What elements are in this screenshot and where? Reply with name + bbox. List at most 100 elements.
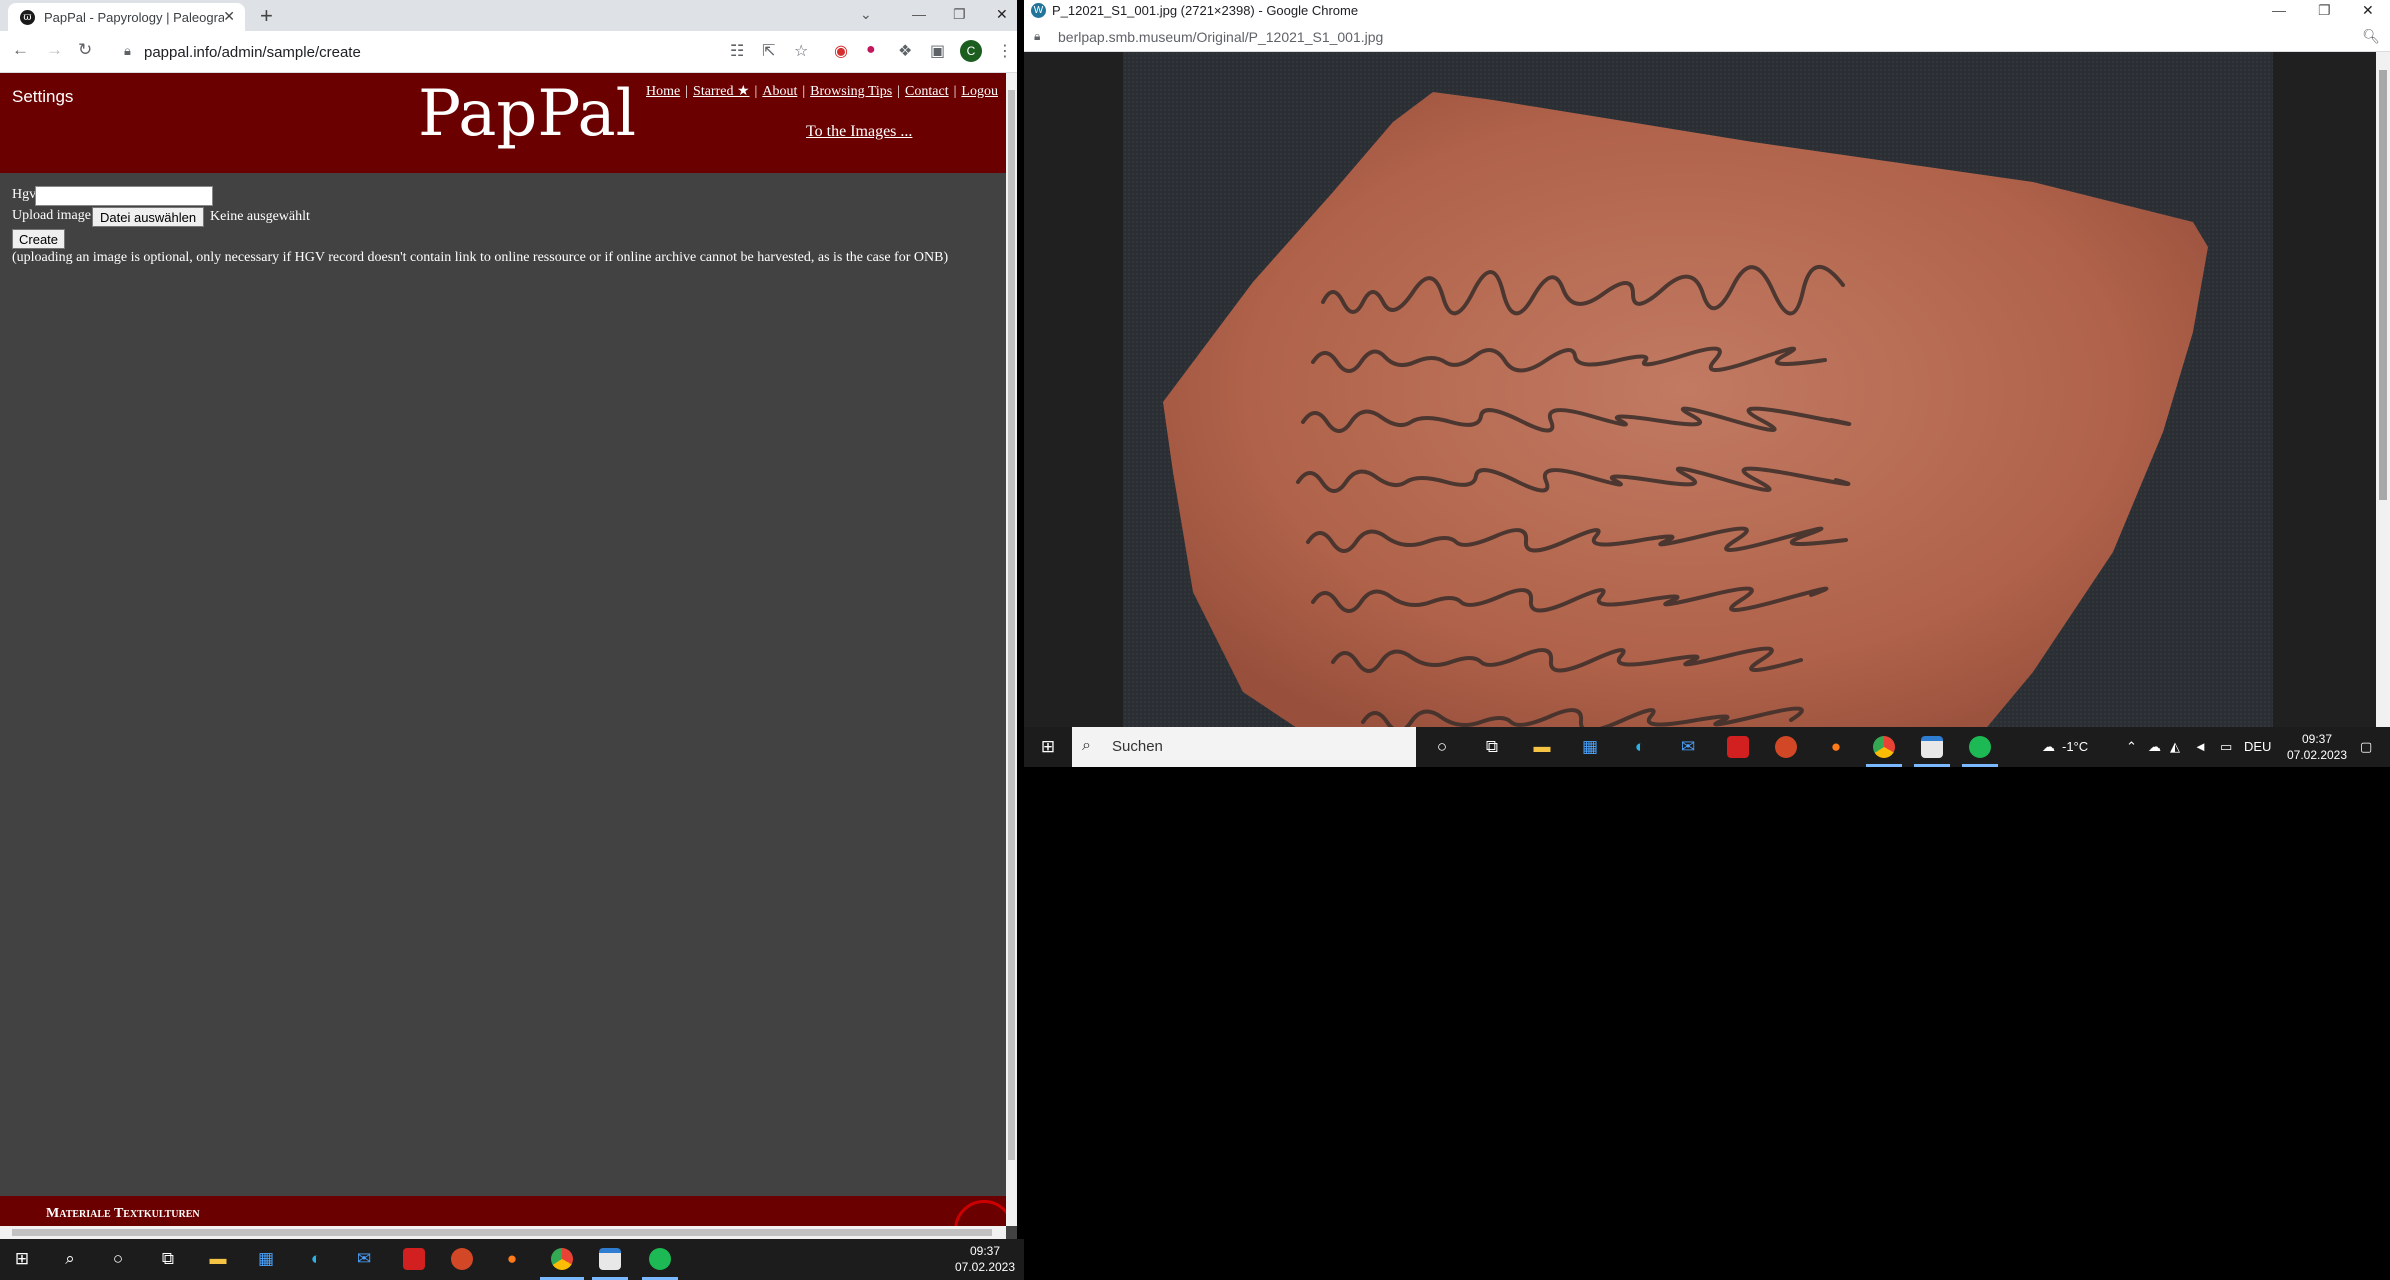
taskbar-left-monitor: ⊞ ⌕ ○ ⧉ ▬ ▦ ◐ ✉ ● 09:37 07.02.2023 [0,1239,1024,1280]
nav-starred[interactable]: Starred ★ [693,84,749,99]
nav-browsing-tips[interactable]: Browsing Tips [810,84,892,99]
edge-icon[interactable]: ◐ [304,1247,328,1271]
firefox-icon[interactable]: ● [1824,735,1848,759]
title-bar: W P_12021_S1_001.jpg (2721×2398) - Googl… [1024,0,2390,22]
search-icon[interactable]: ⌕ [58,1247,82,1271]
minimize-icon[interactable]: — [912,6,926,22]
close-window-icon[interactable]: ✕ [2362,2,2374,19]
tab-search-icon[interactable]: ⌄ [860,6,872,23]
task-view-icon[interactable]: ⧉ [1480,735,1504,759]
restore-icon[interactable]: ❐ [2318,2,2331,19]
address-bar[interactable]: 🔒︎ pappal.info/admin/sample/create [118,37,718,67]
site-header: Settings PapPal Home | Starred ★ | About | Bro… [0,73,1006,173]
ostracon-sherd-graphic [1163,92,2208,727]
acrobat-icon[interactable] [402,1247,426,1271]
address-text: pappal.info/admin/sample/create [144,44,361,61]
back-icon[interactable]: ← [12,40,29,60]
file-explorer-icon[interactable]: ▬ [206,1247,230,1271]
mail-icon[interactable]: ✉ [1676,735,1700,759]
task-view-icon[interactable]: ⧉ [156,1247,180,1271]
input-language[interactable]: DEU [2244,739,2271,754]
notepad-icon[interactable] [1920,735,1944,759]
hgv-input[interactable] [35,186,213,206]
new-tab-icon[interactable]: + [260,3,273,29]
create-row: Create [12,229,948,250]
page-content: Settings PapPal Home | Starred ★ | About | Bro… [0,73,1006,1226]
mail-icon[interactable]: ✉ [352,1247,376,1271]
notepad-active-indicator [1914,764,1950,767]
cortana-icon[interactable]: ○ [106,1247,130,1271]
create-button[interactable]: Create [12,229,66,249]
upload-note: (uploading an image is optional, only ne… [12,250,949,265]
taskbar-search-box[interactable]: ⌕ Suchen [1072,727,1416,767]
settings-link[interactable]: Settings [12,87,73,107]
extension-red-icon[interactable]: ◉ [834,41,848,61]
site-logo[interactable]: PapPal [418,77,636,151]
weather-temperature[interactable]: -1°C [2062,739,2088,754]
file-explorer-icon[interactable]: ▬ [1530,735,1554,759]
taskbar-right-monitor: ⊞ ⌕ Suchen ○ ⧉ ▬ ▦ ◐ ✉ ● ☁ -1°C ⌃ ☁ ◭ ◄ … [1024,727,2390,767]
image-scrollbar-thumb[interactable] [2379,70,2387,500]
chrome-icon[interactable] [550,1247,574,1271]
volume-icon[interactable]: ◄ [2194,739,2207,754]
extension-pink-icon[interactable]: ● [866,41,876,59]
ostracon-image[interactable] [1123,52,2273,727]
forward-icon[interactable]: → [46,40,63,60]
share-icon[interactable]: ⇱ [762,41,775,61]
tray-chevron-icon[interactable]: ⌃ [2126,739,2137,755]
powerpoint-icon[interactable] [450,1247,474,1271]
cortana-icon[interactable]: ○ [1430,735,1454,759]
translate-icon[interactable]: ☷ [730,41,744,61]
close-tab-icon[interactable]: ✕ [223,8,235,25]
reload-icon[interactable]: ↻ [78,40,92,60]
right-browser-window: W P_12021_S1_001.jpg (2721×2398) - Googl… [1024,0,2390,727]
spotify-icon[interactable] [648,1247,672,1271]
bookmark-star-icon[interactable]: ☆ [794,41,808,61]
nav-logout[interactable]: Logou [961,84,998,99]
clock-time: 09:37 [969,1244,1001,1258]
left-browser-window: ϖ PapPal - Papyrology | Paleograph ✕ + ⌄… [0,0,1017,1239]
horizontal-scrollbar-thumb[interactable] [12,1229,992,1236]
firefox-icon[interactable]: ● [500,1247,524,1271]
nav-about[interactable]: About [762,84,797,99]
nav-home[interactable]: Home [646,84,680,99]
onedrive-icon[interactable]: ☁ [2148,739,2161,755]
ms-store-icon[interactable]: ▦ [1578,735,1602,759]
notifications-icon[interactable]: ▢ [2360,739,2372,755]
lock-icon: 🔒︎ [1034,29,1041,43]
footer-text: Materiale Textkulturen [46,1206,200,1221]
network-icon[interactable]: ◭ [2170,739,2180,755]
extensions-puzzle-icon[interactable]: ❖ [898,41,912,61]
clock[interactable]: 09:37 07.02.2023 [2282,731,2352,763]
acrobat-icon[interactable] [1726,735,1750,759]
battery-icon[interactable]: ▭ [2220,739,2232,755]
edge-icon[interactable]: ◐ [1628,735,1652,759]
profile-avatar[interactable]: C [960,40,982,62]
windows-start-icon[interactable]: ⊞ [10,1247,34,1271]
spotify-icon[interactable] [1968,735,1992,759]
address-bar[interactable]: 🔒︎ berlpap.smb.museum/Original/P_12021_S… [1024,22,2390,52]
minimize-icon[interactable]: — [2272,2,2286,18]
clock[interactable]: 09:37 07.02.2023 [950,1243,1020,1275]
restore-icon[interactable]: ❐ [953,6,966,23]
search-placeholder: Suchen [1112,738,1163,755]
tab-title: PapPal - Papyrology | Paleograph [44,10,224,25]
clock-date: 07.02.2023 [2286,748,2348,762]
close-window-icon[interactable]: ✕ [996,6,1008,23]
weather-icon[interactable]: ☁ [2042,739,2055,755]
chrome-icon[interactable] [1872,735,1896,759]
zoom-icon[interactable]: 🔍︎ [2362,28,2380,45]
upload-row: Upload image Datei auswählen Keine ausge… [12,207,948,229]
notepad-icon[interactable] [598,1247,622,1271]
to-images-link[interactable]: To the Images ... [806,123,912,141]
tab-pappal[interactable]: ϖ PapPal - Papyrology | Paleograph ✕ [8,3,245,31]
windows-start-icon[interactable]: ⊞ [1036,735,1060,759]
powerpoint-icon[interactable] [1774,735,1798,759]
sample-create-form: Hgv Upload image Datei auswählen Keine a… [12,186,949,266]
choose-file-button[interactable]: Datei auswählen [92,207,205,227]
sidepanel-icon[interactable]: ▣ [930,41,945,61]
ms-store-icon[interactable]: ▦ [254,1247,278,1271]
vertical-scrollbar-thumb[interactable] [1008,90,1015,1160]
menu-kebab-icon[interactable]: ⋮ [997,41,1013,61]
nav-contact[interactable]: Contact [905,84,949,99]
